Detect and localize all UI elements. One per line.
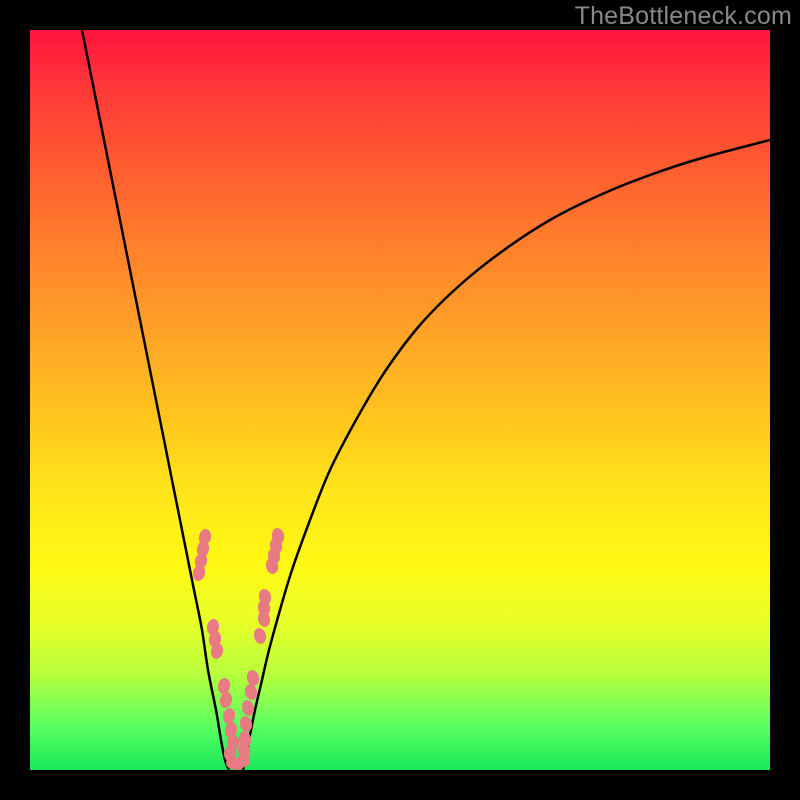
watermark: TheBottleneck.com bbox=[575, 2, 792, 31]
bead bbox=[252, 627, 267, 645]
curve-left bbox=[82, 30, 229, 770]
curve-svg bbox=[30, 30, 770, 770]
bead bbox=[219, 691, 234, 709]
curve-right bbox=[243, 140, 770, 770]
plot-area bbox=[30, 30, 770, 770]
bead bbox=[245, 669, 260, 687]
bead bbox=[222, 707, 237, 725]
bead bbox=[243, 683, 258, 701]
bead bbox=[236, 755, 250, 767]
bead bbox=[217, 677, 232, 695]
